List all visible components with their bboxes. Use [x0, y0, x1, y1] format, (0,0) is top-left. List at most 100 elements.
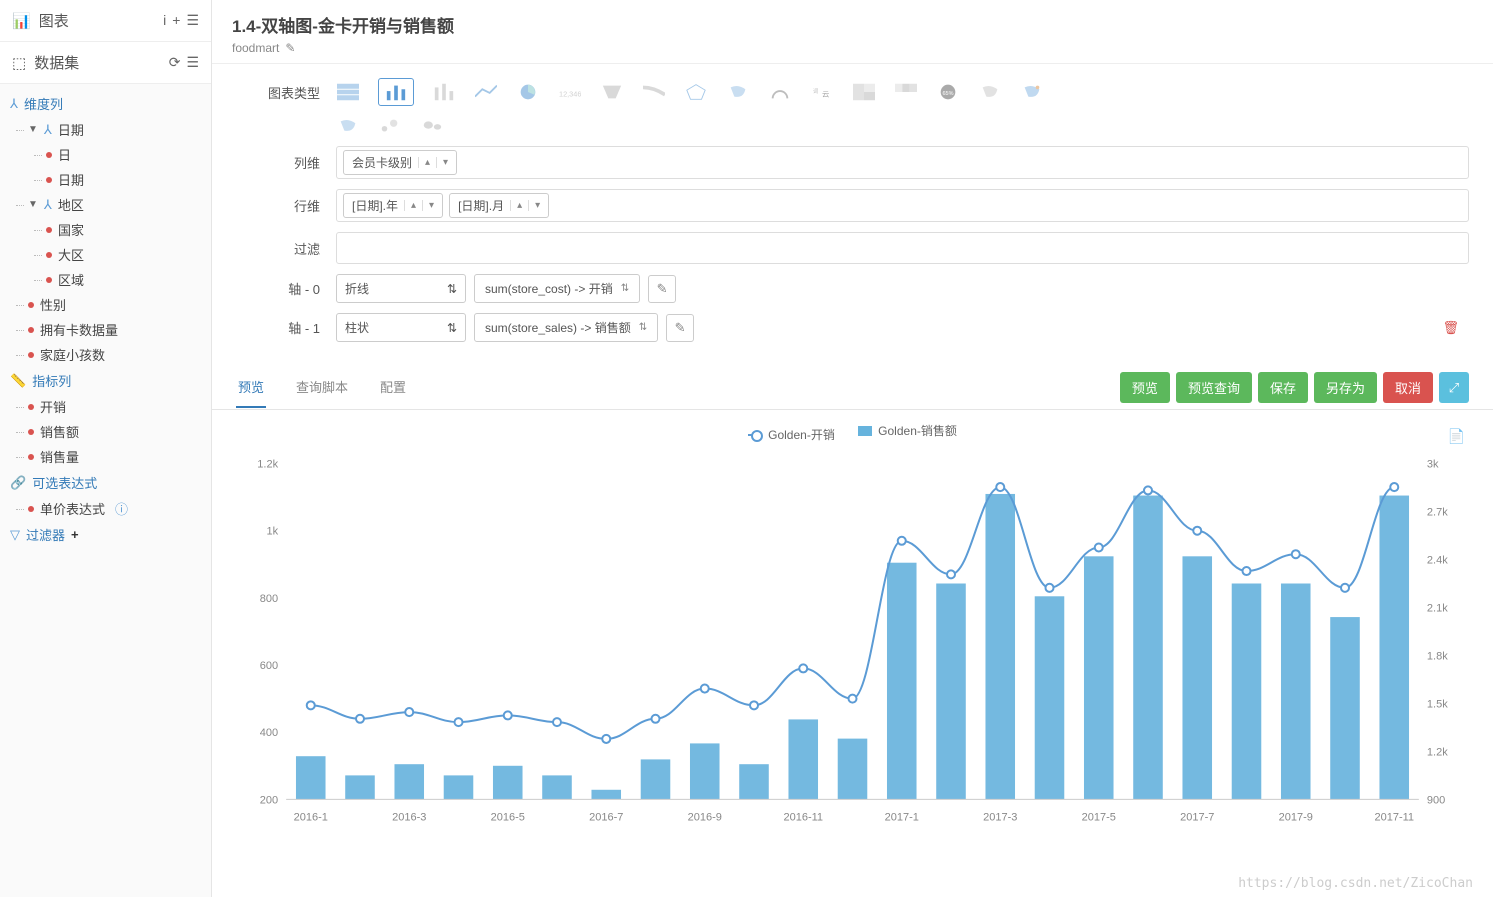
tree-leaf[interactable]: 日 [46, 142, 207, 167]
expressions-section[interactable]: 🔗 可选表达式 [10, 469, 207, 496]
menu-icon[interactable]: ☰ [186, 54, 199, 71]
tab-script[interactable]: 查询脚本 [294, 367, 350, 408]
info-icon[interactable]: i [163, 12, 166, 29]
tag-icon: 🔗 [10, 475, 26, 491]
ruler-icon: 📏 [10, 373, 26, 389]
tree-leaf[interactable]: 区域 [46, 267, 207, 292]
legend-line[interactable]: Golden-开销 [748, 426, 835, 443]
svg-text:200: 200 [260, 794, 278, 806]
chart-type-funnel[interactable] [600, 82, 624, 102]
row-dim-field[interactable]: [日期].年▴▾ [日期].月▴▾ [336, 189, 1469, 222]
document-icon[interactable]: 📄 [1448, 428, 1465, 445]
plus-icon[interactable]: + [71, 527, 79, 542]
chart-type-bubble[interactable] [378, 116, 402, 136]
cancel-button[interactable]: 取消 [1383, 372, 1433, 403]
svg-text:2017-9: 2017-9 [1279, 811, 1313, 823]
row-tag-2[interactable]: [日期].月▴▾ [449, 193, 549, 218]
delete-axis-icon[interactable]: 🗑 [1432, 320, 1469, 336]
chart-type-radar[interactable] [684, 82, 708, 102]
tree-leaf[interactable]: 销售额 [28, 419, 207, 444]
chart-type-table[interactable] [336, 82, 360, 102]
svg-text:12,346: 12,346 [559, 90, 581, 99]
svg-text:2.1k: 2.1k [1427, 602, 1448, 614]
chart-type-kpi[interactable]: 12,346 [558, 82, 582, 102]
row-dim-label: 行维 [236, 196, 336, 215]
axis1-type-select[interactable]: 柱状⇅ [336, 313, 466, 342]
tree-leaf[interactable]: 开销 [28, 394, 207, 419]
filter-icon[interactable]: ▾ [436, 157, 448, 168]
chart-type-liquid[interactable]: 65% [936, 82, 960, 102]
tree-leaf[interactable]: 家庭小孩数 [28, 342, 207, 367]
col-dim-label: 列维 [236, 153, 336, 172]
tree-leaf[interactable]: 国家 [46, 217, 207, 242]
refresh-icon[interactable]: ⟳ [169, 54, 181, 71]
tabs-row: 预览 查询脚本 配置 预览 预览查询 保存 另存为 取消 ⤢ [212, 366, 1493, 410]
svg-text:2.7k: 2.7k [1427, 507, 1448, 519]
tree-leaf[interactable]: 日期 [46, 167, 207, 192]
sort-icon[interactable]: ▴ [418, 157, 430, 168]
tree-leaf[interactable]: 大区 [46, 242, 207, 267]
preview-query-button[interactable]: 预览查询 [1176, 372, 1252, 403]
plus-icon[interactable]: + [172, 12, 180, 29]
bar-chart-icon: 📊 [12, 12, 31, 30]
tab-settings[interactable]: 配置 [378, 367, 408, 408]
legend-bar[interactable]: Golden-销售额 [858, 422, 957, 439]
svg-text:1.2k: 1.2k [1427, 746, 1448, 758]
tree-node-date[interactable]: ▼⅄日期 [28, 117, 207, 142]
axis1-edit-icon[interactable]: ✎ [666, 314, 694, 342]
tree-leaf[interactable]: 销售量 [28, 444, 207, 469]
chart-type-bar[interactable] [378, 78, 414, 106]
chart-type-treemap[interactable] [852, 82, 876, 102]
filter-field[interactable] [336, 232, 1469, 264]
chart-type-sankey[interactable] [642, 82, 666, 102]
svg-text:3k: 3k [1427, 459, 1439, 471]
axis0-type-select[interactable]: 折线⇅ [336, 274, 466, 303]
datasource-name: foodmart [232, 41, 279, 55]
menu-icon[interactable]: ☰ [186, 12, 199, 29]
chart-type-map-china[interactable] [726, 82, 750, 102]
svg-text:2017-11: 2017-11 [1374, 811, 1414, 823]
col-dim-field[interactable]: 会员卡级别▴▾ [336, 146, 1469, 179]
svg-text:900: 900 [1427, 794, 1445, 806]
chart-type-picker: 12,346 词云 65% [336, 78, 1469, 106]
axis0-expression[interactable]: sum(store_cost) -> 开销⇅ [474, 274, 640, 303]
chart-type-scatter-map[interactable] [336, 116, 360, 136]
chart-type-label: 图表类型 [236, 83, 336, 102]
col-tag[interactable]: 会员卡级别▴▾ [343, 150, 457, 175]
row-tag-1[interactable]: [日期].年▴▾ [343, 193, 443, 218]
info-icon[interactable]: ⓘ [115, 499, 128, 518]
chart-type-line[interactable] [474, 82, 498, 102]
axis1-label: 轴 - 1 [236, 318, 336, 337]
save-button[interactable]: 保存 [1258, 372, 1308, 403]
chart-type-pie[interactable] [516, 82, 540, 102]
svg-text:2017-3: 2017-3 [983, 811, 1017, 823]
tree-node-region[interactable]: ▼⅄地区 [28, 192, 207, 217]
axis1-expression[interactable]: sum(store_sales) -> 销售额⇅ [474, 313, 658, 342]
chart-type-world-map[interactable] [420, 116, 444, 136]
preview-button[interactable]: 预览 [1120, 372, 1170, 403]
chart-type-stacked-bar[interactable] [432, 82, 456, 102]
page-title: 1.4-双轴图-金卡开销与销售额 [232, 12, 1473, 37]
chart-type-wordcloud[interactable]: 词云 [810, 82, 834, 102]
edit-icon[interactable]: ✎ [285, 41, 295, 55]
tree-leaf[interactable]: 拥有卡数据量 [28, 317, 207, 342]
tree-leaf[interactable]: 单价表达式ⓘ [28, 496, 207, 521]
filter-icon: ▽ [10, 527, 20, 543]
axis0-edit-icon[interactable]: ✎ [648, 275, 676, 303]
chart-type-markmap[interactable] [978, 82, 1002, 102]
svg-text:2017-7: 2017-7 [1180, 811, 1214, 823]
chart-type-heatmap[interactable] [894, 82, 918, 102]
cube-icon: ⬚ [12, 54, 26, 72]
metrics-section[interactable]: 📏 指标列 [10, 367, 207, 394]
expand-button[interactable]: ⤢ [1439, 372, 1469, 403]
tree-leaf[interactable]: 性别 [28, 292, 207, 317]
save-as-button[interactable]: 另存为 [1314, 372, 1377, 403]
svg-text:1.2k: 1.2k [257, 459, 278, 471]
chart-type-relation[interactable] [1020, 82, 1044, 102]
dimensions-section[interactable]: ⅄ 维度列 [10, 90, 207, 117]
tab-preview[interactable]: 预览 [236, 367, 266, 408]
chart-type-gauge[interactable] [768, 82, 792, 102]
dual-axis-chart: 2004006008001k1.2k9001.2k1.5k1.8k2.1k2.4… [236, 449, 1469, 839]
filters-section[interactable]: ▽ 过滤器 + [10, 521, 207, 548]
svg-text:1.5k: 1.5k [1427, 698, 1448, 710]
